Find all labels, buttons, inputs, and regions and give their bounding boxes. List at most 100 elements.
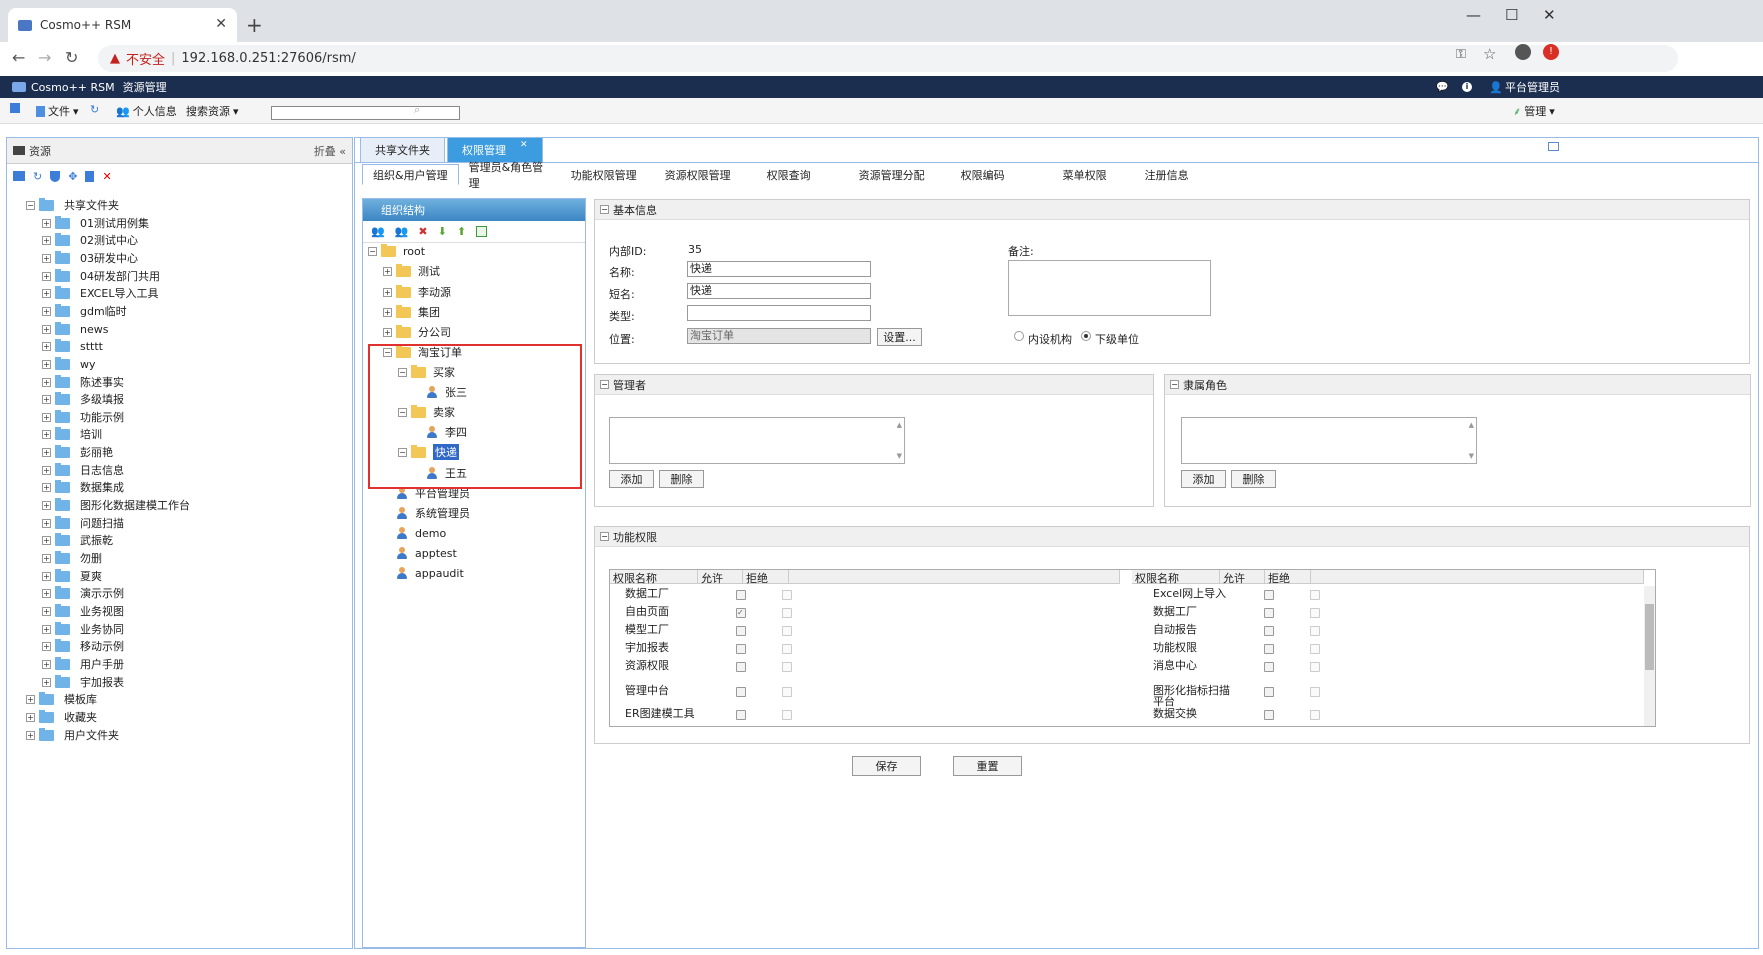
resource-tree-item[interactable]: + 武振乾 bbox=[42, 532, 113, 548]
subtab-org-user[interactable]: 组织&用户管理 bbox=[362, 164, 459, 185]
profile-button[interactable]: 👥 个人信息 bbox=[116, 103, 177, 119]
deny-checkbox[interactable] bbox=[782, 662, 792, 672]
resource-tree-item[interactable]: + news bbox=[42, 321, 108, 337]
refresh-tree-icon[interactable]: ↻ bbox=[33, 170, 42, 183]
move-up-icon[interactable]: ⬆ bbox=[457, 225, 466, 238]
allow-checkbox[interactable] bbox=[1264, 687, 1274, 697]
resource-tree-item[interactable]: + 业务协同 bbox=[42, 621, 124, 637]
resource-tree-item[interactable]: + EXCEL导入工具 bbox=[42, 285, 158, 301]
expand-icon[interactable]: + bbox=[42, 235, 51, 245]
search-input[interactable] bbox=[271, 106, 460, 120]
panel-toggle-icon[interactable] bbox=[10, 103, 20, 113]
minimize-icon[interactable]: — bbox=[1466, 6, 1481, 24]
resource-tree-item[interactable]: + gdm临时 bbox=[42, 303, 127, 319]
org-tree-node[interactable]: − root bbox=[368, 243, 425, 259]
expand-icon[interactable]: + bbox=[42, 535, 51, 545]
expand-icon[interactable]: + bbox=[42, 324, 51, 334]
maximize-icon[interactable]: ☐ bbox=[1505, 6, 1518, 24]
back-icon[interactable]: ← bbox=[12, 48, 25, 67]
delete-role-button[interactable]: 删除 bbox=[1231, 470, 1276, 488]
expand-icon[interactable]: + bbox=[26, 730, 35, 740]
deny-checkbox[interactable] bbox=[1310, 687, 1320, 697]
radio-internal[interactable] bbox=[1014, 331, 1024, 341]
expand-icon[interactable]: + bbox=[42, 553, 51, 563]
allow-checkbox[interactable] bbox=[1264, 710, 1274, 720]
expand-icon[interactable]: + bbox=[42, 641, 51, 651]
org-tree-user[interactable]: appaudit bbox=[383, 565, 464, 581]
resource-tree-item[interactable]: + 宇加报表 bbox=[42, 674, 124, 690]
subtab-perm-code[interactable]: 权限编码 bbox=[951, 164, 1053, 185]
delete-icon[interactable]: ✕ bbox=[102, 170, 111, 183]
expand-icon[interactable]: + bbox=[42, 394, 51, 404]
expand-icon[interactable]: + bbox=[42, 482, 51, 492]
new-tab-icon[interactable]: + bbox=[246, 13, 263, 37]
resource-tree-item[interactable]: + 演示示例 bbox=[42, 585, 124, 601]
expand-icon[interactable]: + bbox=[42, 624, 51, 634]
expand-icon[interactable]: + bbox=[42, 359, 51, 369]
copy-icon[interactable] bbox=[85, 170, 95, 182]
resource-tree-item[interactable]: + 模板库 bbox=[26, 691, 97, 707]
subtab-resource-alloc[interactable]: 资源管理分配 bbox=[849, 164, 951, 185]
expand-icon[interactable]: + bbox=[42, 218, 51, 228]
allow-checkbox[interactable] bbox=[1264, 662, 1274, 672]
org-tree-node[interactable]: + 集团 bbox=[383, 304, 440, 320]
name-field[interactable]: 快递 bbox=[687, 261, 871, 277]
delete-manager-button[interactable]: 删除 bbox=[659, 470, 704, 488]
set-position-button[interactable]: 设置... bbox=[877, 328, 922, 346]
profile-icon[interactable] bbox=[1515, 44, 1531, 60]
forward-icon[interactable]: → bbox=[38, 48, 51, 67]
deny-checkbox[interactable] bbox=[782, 710, 792, 720]
close-icon[interactable]: ✕ bbox=[215, 16, 227, 32]
find-icon[interactable] bbox=[476, 226, 488, 237]
collapse-toggle-icon[interactable]: − bbox=[600, 380, 609, 389]
resource-tree-item[interactable]: +04研发部门共用 bbox=[42, 268, 160, 284]
resource-tree-item[interactable]: + 图形化数据建模工作台 bbox=[42, 497, 190, 513]
expand-icon[interactable]: + bbox=[26, 694, 35, 704]
deny-checkbox[interactable] bbox=[1310, 608, 1320, 618]
resource-tree-item[interactable]: + 多级填报 bbox=[42, 391, 124, 407]
grid-scrollbar[interactable] bbox=[1644, 586, 1655, 726]
allow-checkbox[interactable] bbox=[736, 590, 746, 600]
org-tree-node[interactable]: + 李动源 bbox=[383, 284, 451, 300]
subtab-registration[interactable]: 注册信息 bbox=[1135, 164, 1199, 185]
managers-list[interactable]: ▲ ▼ bbox=[609, 417, 905, 464]
org-tree-node[interactable]: + 测试 bbox=[383, 263, 440, 279]
subtab-perm-query[interactable]: 权限查询 bbox=[757, 164, 849, 185]
expand-icon[interactable]: + bbox=[42, 518, 51, 528]
deny-checkbox[interactable] bbox=[782, 626, 792, 636]
resource-tree-item[interactable]: + 用户文件夹 bbox=[26, 727, 119, 743]
roles-list[interactable]: ▲ ▼ bbox=[1181, 417, 1477, 464]
info-icon[interactable]: i bbox=[1462, 82, 1472, 92]
close-tab-icon[interactable]: ✕ bbox=[520, 140, 528, 150]
expand-icon[interactable]: + bbox=[42, 306, 51, 316]
resource-tree-item[interactable]: + 勿删 bbox=[42, 550, 102, 566]
move-down-icon[interactable]: ⬇ bbox=[438, 225, 447, 238]
resource-tree-item[interactable]: + 用户手册 bbox=[42, 656, 124, 672]
resource-tree-item[interactable]: − 共享文件夹 bbox=[26, 197, 119, 213]
refresh-icon[interactable]: ↻ bbox=[90, 103, 99, 116]
allow-checkbox[interactable] bbox=[736, 626, 746, 636]
allow-checkbox[interactable] bbox=[1264, 626, 1274, 636]
allow-checkbox[interactable] bbox=[1264, 644, 1274, 654]
deny-checkbox[interactable] bbox=[1310, 644, 1320, 654]
org-tree-user[interactable]: apptest bbox=[383, 545, 457, 561]
expand-icon[interactable]: + bbox=[42, 500, 51, 510]
expand-icon[interactable]: + bbox=[42, 588, 51, 598]
allow-checkbox[interactable] bbox=[736, 662, 746, 672]
expand-icon[interactable]: + bbox=[42, 659, 51, 669]
deny-checkbox[interactable] bbox=[1310, 590, 1320, 600]
expand-icon[interactable]: + bbox=[42, 288, 51, 298]
resource-tree-item[interactable]: + 夏爽 bbox=[42, 568, 102, 584]
expand-icon[interactable]: + bbox=[42, 253, 51, 263]
expand-icon[interactable]: + bbox=[383, 307, 392, 317]
expand-icon[interactable]: + bbox=[383, 266, 392, 276]
star-icon[interactable]: ☆ bbox=[1483, 45, 1496, 63]
subtab-func-perm[interactable]: 功能权限管理 bbox=[561, 164, 655, 185]
expand-icon[interactable]: + bbox=[26, 712, 35, 722]
deny-checkbox[interactable] bbox=[782, 590, 792, 600]
resource-tree-item[interactable]: + 功能示例 bbox=[42, 409, 124, 425]
add-manager-button[interactable]: 添加 bbox=[609, 470, 654, 488]
window-close-icon[interactable]: ✕ bbox=[1543, 6, 1556, 24]
expand-icon[interactable]: + bbox=[42, 447, 51, 457]
file-menu[interactable]: 文件 ▾ bbox=[36, 103, 79, 119]
